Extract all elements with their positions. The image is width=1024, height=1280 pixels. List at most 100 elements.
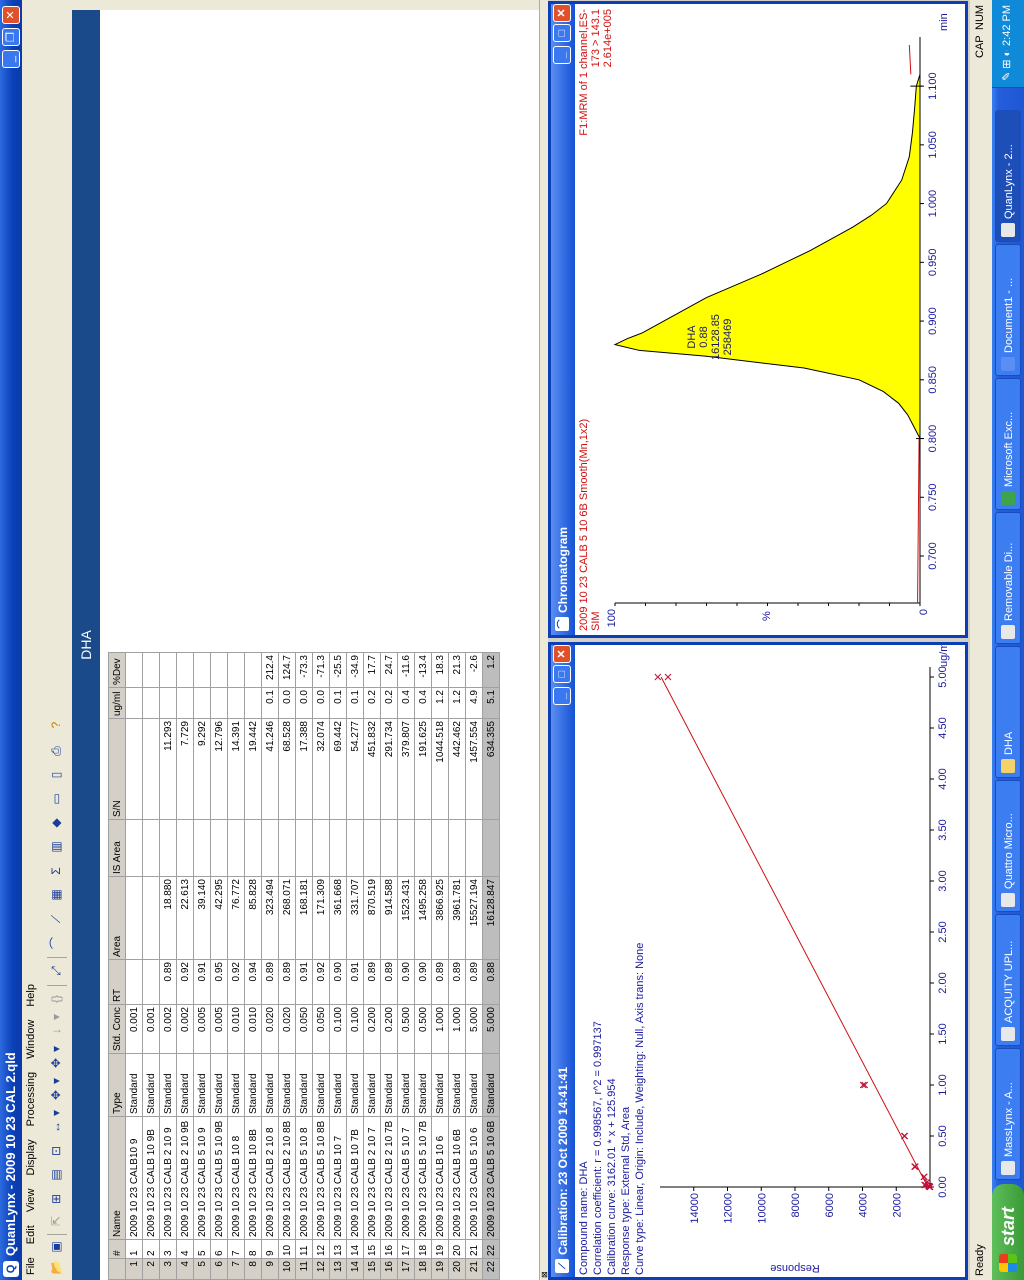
row-number-cell[interactable]: 17 — [397, 1258, 415, 1280]
taskbar-quattro[interactable]: Quattro Micro... — [995, 780, 1021, 912]
restore-button[interactable]: ❐ — [2, 28, 20, 46]
menu-file[interactable]: File — [22, 1252, 40, 1280]
table-row[interactable]: 11 11 2009 10 23 CALB 5 10 8 Standard 0.050 0… — [295, 652, 313, 1280]
report-icon[interactable]: ▤ — [47, 1166, 65, 1184]
dropdown2-icon[interactable]: ▾ — [47, 1076, 65, 1086]
table-row[interactable]: 20 20 2009 10 23 CALB 10 6B Standard 1.000 0.… — [448, 652, 466, 1280]
col-header-name[interactable]: Name — [108, 1116, 126, 1240]
grid-icon[interactable]: ▦ — [47, 886, 65, 904]
row-number-cell[interactable]: 13 — [329, 1258, 347, 1280]
brace-icon[interactable]: {} — [47, 990, 65, 1008]
col-header-num[interactable]: # — [108, 1239, 126, 1259]
quanlynx-app-icon[interactable]: Q — [3, 1261, 19, 1277]
menu-display[interactable]: Display — [22, 1134, 40, 1180]
row-number-cell[interactable]: 21 — [465, 1258, 483, 1280]
table-row[interactable]: 17 17 2009 10 23 CALB 5 10 7 Standard 0.500 0… — [397, 652, 415, 1280]
results-vertical-scrollbar[interactable] — [72, 0, 539, 10]
table-row[interactable]: 14 14 2009 10 23 CALB 10 7B Standard 0.100 0.… — [346, 652, 364, 1280]
dropdown-icon[interactable]: ▾ — [47, 1108, 65, 1118]
row-number-cell[interactable]: 10 — [278, 1258, 296, 1280]
app-titlebar[interactable]: Q QuanLynx - 2009 10 23 CAL 2.qld _ ❐ ✕ — [0, 0, 22, 1280]
menu-view[interactable]: View — [22, 1184, 40, 1218]
row-number-cell[interactable]: 7 — [227, 1258, 245, 1280]
layout-icon[interactable]: ▭ — [47, 790, 65, 808]
calibration-close-button[interactable]: ✕ — [553, 645, 571, 663]
row-number-cell[interactable]: 12 — [312, 1258, 330, 1280]
arrows3-icon[interactable]: ✥ — [47, 1054, 65, 1072]
taskbar-dha-folder[interactable]: DHA — [995, 646, 1021, 778]
help-icon[interactable]: ? — [47, 716, 65, 734]
col-header-sn[interactable]: S/N — [108, 718, 126, 820]
open-icon[interactable]: 📂 — [47, 1258, 65, 1276]
row-number-cell[interactable]: 4 — [176, 1258, 194, 1280]
sum-icon[interactable]: Σ — [47, 862, 65, 880]
row-number-cell[interactable]: 16 — [380, 1258, 398, 1280]
table-row[interactable]: 16 16 2009 10 23 CALB 2 10 7B Standard 0.200… — [380, 652, 398, 1280]
arrows2-icon[interactable]: ✥ — [47, 1086, 65, 1104]
calibration-minimize-button[interactable]: _ — [553, 687, 571, 705]
tray-icons[interactable]: ✎ ⊞ ◐ — [1000, 50, 1013, 81]
calibration-maximize-button[interactable]: □ — [553, 665, 571, 683]
menu-processing[interactable]: Processing — [22, 1067, 40, 1131]
spectrum-icon[interactable]: ▥ — [47, 838, 65, 856]
row-number-cell[interactable]: 6 — [210, 1258, 228, 1280]
table-row[interactable]: 18 18 2009 10 23 CALB 5 10 7B Standard 0.500… — [414, 652, 432, 1280]
taskbar-quanlynx[interactable]: QuanLynx - 2... — [995, 110, 1021, 242]
row-number-cell[interactable]: 19 — [431, 1258, 449, 1280]
calibration-icon[interactable]: ⟋ — [47, 910, 65, 928]
taskbar-excel[interactable]: Microsoft Exc... — [995, 378, 1021, 510]
row-number-cell[interactable]: 22 — [482, 1258, 500, 1280]
table-row[interactable]: 22 22 2009 10 23 CALB 5 10 6B Standard 5.000… — [482, 652, 500, 1280]
chromatogram-window-icon[interactable]: ⌒ — [555, 617, 569, 631]
table-row[interactable]: 13 13 2009 10 23 CALB 10 7 Standard 0.100 0.9… — [329, 652, 347, 1280]
taskbar-document1[interactable]: Document1 - ... — [995, 244, 1021, 376]
taskbar-masslynx[interactable]: MassLynx - A... — [995, 1048, 1021, 1180]
table-row[interactable]: 21 21 2009 10 23 CALB 5 10 6 Standard 5.000 0… — [465, 652, 483, 1280]
table-row[interactable]: 4 4 2009 10 23 CALB 2 10 9B Standard 0.002 0.… — [176, 652, 194, 1280]
chromatogram-titlebar[interactable]: ⌒ Chromatogram _ □ ✕ — [551, 4, 575, 635]
minimize-button[interactable]: _ — [2, 50, 20, 68]
row-number-cell[interactable]: 8 — [244, 1258, 262, 1280]
calibration-window-icon[interactable]: ⟋ — [555, 1259, 569, 1273]
table-row[interactable]: 7 7 2009 10 23 CALB 10 8 Standard 0.010 0.92 7… — [227, 652, 245, 1280]
col-header-rt[interactable]: RT — [108, 959, 126, 1005]
close-button[interactable]: ✕ — [2, 6, 20, 24]
back-icon[interactable]: ⇱ — [47, 1212, 65, 1230]
zoom-icon[interactable]: ⊞ — [47, 1190, 65, 1208]
row-number-cell[interactable]: 5 — [193, 1258, 211, 1280]
col-header-std-conc[interactable]: Std. Conc — [108, 1004, 126, 1054]
table-row[interactable]: 5 5 2009 10 23 CALB 5 10 9 Standard 0.005 0.9… — [193, 652, 211, 1280]
start-button[interactable]: start — [992, 1184, 1024, 1280]
chromatogram-minimize-button[interactable]: _ — [553, 46, 571, 64]
chromatogram-icon[interactable]: ⌒ — [47, 934, 65, 952]
pane-splitter[interactable]: ⊠ — [539, 0, 549, 1280]
table-row[interactable]: 3 3 2009 10 23 CALB 2 10 9 Standard 0.002 0.8… — [159, 652, 177, 1280]
table-row[interactable]: 6 6 2009 10 23 CALB 5 10 9B Standard 0.005 0.… — [210, 652, 228, 1280]
taskbar-acquity[interactable]: ACQUITY UPL... — [995, 914, 1021, 1046]
table-row[interactable]: 9 9 2009 10 23 CALB 2 10 8 Standard 0.020 0.8… — [261, 652, 279, 1280]
row-number-cell[interactable]: 18 — [414, 1258, 432, 1280]
dropdown4-icon[interactable]: ▾ — [47, 1012, 65, 1022]
print-icon[interactable]: ⎙ — [47, 742, 65, 760]
col-header-is-area[interactable]: IS Area — [108, 819, 126, 877]
row-number-cell[interactable]: 9 — [261, 1258, 279, 1280]
table-row[interactable]: 12 12 2009 10 23 CALB 5 10 8B Standard 0.050… — [312, 652, 330, 1280]
table-row[interactable]: 8 8 2009 10 23 CALB 10 8B Standard 0.010 0.94… — [244, 652, 262, 1280]
row-number-cell[interactable]: 1 — [125, 1258, 143, 1280]
arrows-icon[interactable]: ↔ — [47, 1118, 65, 1136]
step-icon[interactable]: ↓ — [47, 1022, 65, 1040]
menu-help[interactable]: Help — [22, 979, 40, 1012]
row-number-cell[interactable]: 15 — [363, 1258, 381, 1280]
calibration-titlebar[interactable]: ⟋ Calibration: 23 Oct 2009 14:41:41 _ □ … — [551, 645, 575, 1277]
row-number-cell[interactable]: 2 — [142, 1258, 160, 1280]
col-header-ugml[interactable]: ug/ml — [108, 687, 126, 719]
table-row[interactable]: 15 15 2009 10 23 CALB 2 10 7 Standard 0.200 0… — [363, 652, 381, 1280]
col-header-area[interactable]: Area — [108, 876, 126, 960]
dot-icon[interactable]: ◆ — [47, 814, 65, 832]
col-header-pct-dev[interactable]: %Dev — [108, 652, 126, 688]
chromatogram-close-button[interactable]: ✕ — [553, 4, 571, 22]
table-row[interactable]: 10 10 2009 10 23 CALB 2 10 8B Standard 0.020… — [278, 652, 296, 1280]
row-number-cell[interactable]: 14 — [346, 1258, 364, 1280]
col-header-type[interactable]: Type — [108, 1053, 126, 1117]
save-icon[interactable]: ▣ — [47, 1238, 65, 1256]
